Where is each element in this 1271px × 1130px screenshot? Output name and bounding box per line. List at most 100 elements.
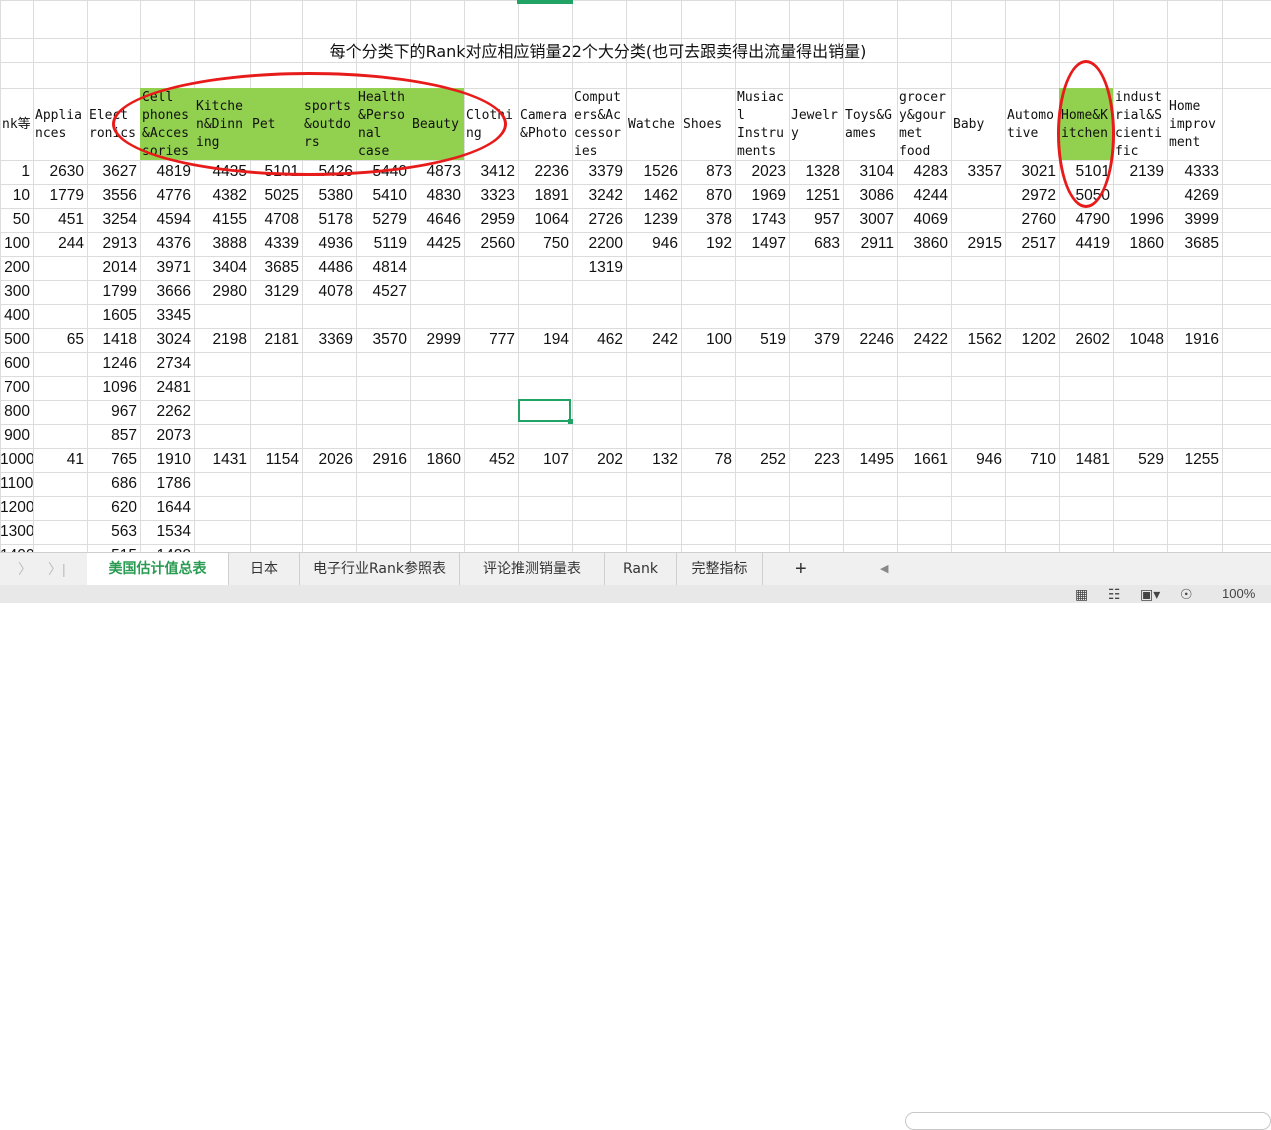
- data-cell[interactable]: 65: [33, 328, 87, 352]
- data-cell[interactable]: [897, 424, 951, 448]
- data-cell[interactable]: [1005, 376, 1059, 400]
- data-cell[interactable]: 4269: [1167, 184, 1222, 208]
- data-cell[interactable]: [789, 400, 843, 424]
- data-cell[interactable]: [951, 352, 1005, 376]
- data-cell[interactable]: [518, 304, 572, 328]
- data-cell[interactable]: 1526: [626, 160, 681, 184]
- data-cell[interactable]: 2200: [572, 232, 626, 256]
- data-cell[interactable]: 519: [735, 328, 789, 352]
- data-cell[interactable]: [1113, 304, 1167, 328]
- column-header[interactable]: Camera &Photo: [518, 88, 572, 160]
- data-cell[interactable]: [302, 304, 356, 328]
- data-cell[interactable]: [789, 544, 843, 552]
- column-header[interactable]: Toys&G ames: [843, 88, 897, 160]
- data-cell[interactable]: 683: [789, 232, 843, 256]
- data-cell[interactable]: [681, 520, 735, 544]
- data-cell[interactable]: [1005, 256, 1059, 280]
- data-cell[interactable]: 242: [626, 328, 681, 352]
- data-cell[interactable]: [897, 496, 951, 520]
- data-cell[interactable]: 563: [87, 520, 140, 544]
- data-cell[interactable]: [464, 496, 518, 520]
- data-cell[interactable]: [356, 376, 410, 400]
- sheet-tab[interactable]: 美国估计值总表: [87, 553, 229, 585]
- data-cell[interactable]: [302, 400, 356, 424]
- data-cell[interactable]: 1996: [1113, 208, 1167, 232]
- data-cell[interactable]: [951, 208, 1005, 232]
- data-cell[interactable]: [356, 352, 410, 376]
- data-cell[interactable]: [843, 280, 897, 304]
- data-cell[interactable]: [897, 280, 951, 304]
- data-cell[interactable]: 5279: [356, 208, 410, 232]
- data-cell[interactable]: [1167, 520, 1222, 544]
- eye-icon[interactable]: ☉: [1180, 585, 1193, 603]
- data-cell[interactable]: 1605: [87, 304, 140, 328]
- data-cell[interactable]: 3412: [464, 160, 518, 184]
- data-cell[interactable]: 1462: [626, 184, 681, 208]
- data-cell[interactable]: 1743: [735, 208, 789, 232]
- data-cell[interactable]: [951, 544, 1005, 552]
- data-cell[interactable]: [626, 304, 681, 328]
- data-cell[interactable]: 1251: [789, 184, 843, 208]
- data-cell[interactable]: [194, 544, 250, 552]
- data-cell[interactable]: [194, 400, 250, 424]
- rank-cell[interactable]: 800: [0, 400, 33, 424]
- data-cell[interactable]: 3999: [1167, 208, 1222, 232]
- data-cell[interactable]: [1167, 424, 1222, 448]
- data-cell[interactable]: [735, 520, 789, 544]
- data-cell[interactable]: [33, 304, 87, 328]
- data-cell[interactable]: 946: [626, 232, 681, 256]
- data-cell[interactable]: 2481: [140, 376, 194, 400]
- rank-cell[interactable]: 1200: [0, 496, 33, 520]
- data-cell[interactable]: 4646: [410, 208, 464, 232]
- data-cell[interactable]: [626, 472, 681, 496]
- data-cell[interactable]: 2913: [87, 232, 140, 256]
- data-cell[interactable]: 4486: [302, 256, 356, 280]
- data-cell[interactable]: [250, 400, 302, 424]
- data-cell[interactable]: [464, 304, 518, 328]
- data-cell[interactable]: 244: [33, 232, 87, 256]
- data-cell[interactable]: 5380: [302, 184, 356, 208]
- data-cell[interactable]: [33, 256, 87, 280]
- data-cell[interactable]: [1167, 376, 1222, 400]
- rank-cell[interactable]: 100: [0, 232, 33, 256]
- rank-cell[interactable]: 400: [0, 304, 33, 328]
- data-cell[interactable]: 3254: [87, 208, 140, 232]
- data-cell[interactable]: [518, 256, 572, 280]
- data-cell[interactable]: [1113, 544, 1167, 552]
- data-cell[interactable]: 1910: [140, 448, 194, 472]
- data-cell[interactable]: 194: [518, 328, 572, 352]
- data-cell[interactable]: 3357: [951, 160, 1005, 184]
- data-cell[interactable]: 3627: [87, 160, 140, 184]
- data-cell[interactable]: 1891: [518, 184, 572, 208]
- data-cell[interactable]: [464, 520, 518, 544]
- data-cell[interactable]: [951, 256, 1005, 280]
- data-cell[interactable]: 1239: [626, 208, 681, 232]
- data-cell[interactable]: [518, 496, 572, 520]
- data-cell[interactable]: [843, 472, 897, 496]
- data-cell[interactable]: [1113, 496, 1167, 520]
- data-cell[interactable]: 1916: [1167, 328, 1222, 352]
- data-cell[interactable]: 946: [951, 448, 1005, 472]
- data-cell[interactable]: [302, 352, 356, 376]
- data-cell[interactable]: 2198: [194, 328, 250, 352]
- data-cell[interactable]: [951, 376, 1005, 400]
- data-cell[interactable]: 529: [1113, 448, 1167, 472]
- data-cell[interactable]: [681, 376, 735, 400]
- data-cell[interactable]: 1969: [735, 184, 789, 208]
- data-cell[interactable]: 1495: [843, 448, 897, 472]
- data-cell[interactable]: [250, 424, 302, 448]
- data-cell[interactable]: [572, 424, 626, 448]
- data-cell[interactable]: 202: [572, 448, 626, 472]
- data-cell[interactable]: [464, 280, 518, 304]
- data-cell[interactable]: [735, 352, 789, 376]
- data-cell[interactable]: [410, 424, 464, 448]
- data-cell[interactable]: [302, 520, 356, 544]
- data-cell[interactable]: [518, 520, 572, 544]
- data-cell[interactable]: 1860: [1113, 232, 1167, 256]
- column-header[interactable]: Home improv ment: [1167, 88, 1222, 160]
- data-cell[interactable]: [897, 472, 951, 496]
- rank-cell[interactable]: 600: [0, 352, 33, 376]
- data-cell[interactable]: [356, 424, 410, 448]
- data-cell[interactable]: [897, 304, 951, 328]
- data-cell[interactable]: [194, 304, 250, 328]
